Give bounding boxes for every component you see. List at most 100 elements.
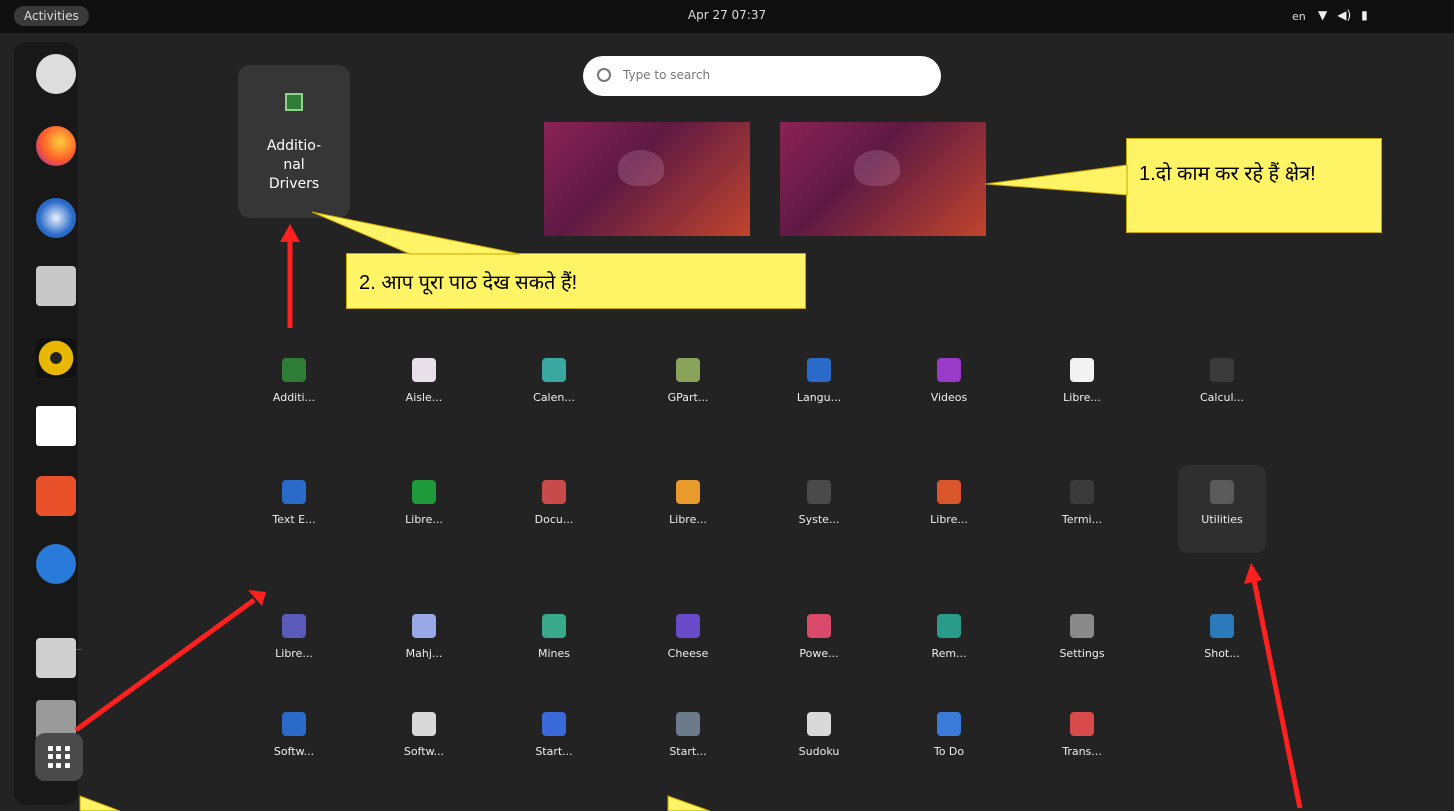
app-label: Start... [669, 745, 707, 758]
app-icon [282, 480, 306, 504]
app-label: Aisle... [405, 391, 443, 404]
app-icon [412, 480, 436, 504]
app-icon [937, 712, 961, 736]
app-tile[interactable]: Libre... [1034, 358, 1130, 404]
app-icon [542, 614, 566, 638]
app-label: Docu... [534, 513, 574, 526]
app-label: Powe... [799, 647, 839, 660]
app-label: Utilities [1201, 513, 1243, 526]
app-label: Calcul... [1199, 391, 1245, 404]
app-tile[interactable]: Rem... [901, 614, 997, 660]
app-icon [1070, 614, 1094, 638]
app-label: Libre... [1063, 391, 1101, 404]
app-icon [1070, 358, 1094, 382]
app-tile[interactable]: Termi... [1034, 480, 1130, 526]
app-icon [412, 712, 436, 736]
arrow-diagonal [74, 597, 256, 733]
app-tile[interactable]: Calcul... [1174, 358, 1270, 404]
app-icon [937, 614, 961, 638]
app-tile[interactable]: Cheese [640, 614, 736, 660]
app-tile[interactable]: Langu... [771, 358, 867, 404]
app-icon [282, 712, 306, 736]
callout-pointer-fulltext [311, 211, 521, 255]
app-tile[interactable]: Libre... [901, 480, 997, 526]
app-tile[interactable]: Powe... [771, 614, 867, 660]
app-tile[interactable]: Aisle... [376, 358, 472, 404]
callout-pointer-bottom-left [79, 795, 121, 811]
app-label: Rem... [931, 647, 967, 660]
app-icon [542, 712, 566, 736]
app-tile[interactable]: Sudoku [771, 712, 867, 758]
app-tile[interactable]: Docu... [506, 480, 602, 526]
app-tile[interactable]: Trans... [1034, 712, 1130, 758]
app-label: Softw... [273, 745, 315, 758]
app-icon [1210, 614, 1234, 638]
app-tile[interactable]: To Do [901, 712, 997, 758]
app-tile[interactable]: Mahj... [376, 614, 472, 660]
app-label: Libre... [930, 513, 968, 526]
app-icon [807, 358, 831, 382]
app-tile[interactable]: Shot... [1174, 614, 1270, 660]
app-tile[interactable]: Start... [640, 712, 736, 758]
app-icon [807, 712, 831, 736]
app-tile[interactable]: Calen... [506, 358, 602, 404]
app-label: GPart... [667, 391, 709, 404]
app-label: Settings [1059, 647, 1105, 660]
app-tile[interactable]: Mines [506, 614, 602, 660]
app-label: Mahj... [405, 647, 443, 660]
app-icon [937, 480, 961, 504]
app-icon [676, 712, 700, 736]
app-label: Videos [930, 391, 968, 404]
app-tile[interactable]: Softw... [246, 712, 342, 758]
annotation-overlay [74, 164, 1303, 811]
app-label: Calen... [533, 391, 575, 404]
app-label: Text E... [272, 513, 316, 526]
app-icon [676, 358, 700, 382]
app-icon [412, 614, 436, 638]
arrow-utilities-head [1244, 563, 1262, 584]
app-icon [937, 358, 961, 382]
app-icon [1070, 480, 1094, 504]
app-tile[interactable]: Start... [506, 712, 602, 758]
app-icon [676, 614, 700, 638]
app-label: Syste... [798, 513, 840, 526]
app-label: Cheese [667, 647, 709, 660]
app-label: Termi... [1061, 513, 1103, 526]
app-tile[interactable]: Libre... [246, 614, 342, 660]
app-label: Trans... [1062, 745, 1102, 758]
callout-pointer-bottom-center [667, 795, 711, 811]
app-icon [807, 614, 831, 638]
app-label: Sudoku [798, 745, 840, 758]
app-icon [1210, 358, 1234, 382]
app-icon [412, 358, 436, 382]
app-label: Softw... [403, 745, 445, 758]
app-icon [807, 480, 831, 504]
app-icon [282, 358, 306, 382]
app-tile[interactable]: Settings [1034, 614, 1130, 660]
app-tile[interactable]: Syste... [771, 480, 867, 526]
app-label: Libre... [405, 513, 443, 526]
app-icon [676, 480, 700, 504]
app-tile[interactable]: Softw... [376, 712, 472, 758]
app-icon [1210, 480, 1234, 504]
app-label: To Do [933, 745, 965, 758]
app-icon [542, 480, 566, 504]
app-label: Langu... [796, 391, 842, 404]
callout-pointer-workspaces [984, 164, 1128, 196]
app-label: Start... [535, 745, 573, 758]
app-label: Additi... [272, 391, 316, 404]
app-icon [1070, 712, 1094, 736]
app-label: Shot... [1204, 647, 1240, 660]
app-tile[interactable]: Utilities [1174, 480, 1270, 526]
app-tile[interactable]: Libre... [376, 480, 472, 526]
app-label: Libre... [275, 647, 313, 660]
app-label: Libre... [669, 513, 707, 526]
arrow-up-head [280, 224, 300, 242]
app-label: Mines [537, 647, 571, 660]
app-tile[interactable]: Videos [901, 358, 997, 404]
app-tile[interactable]: Additi... [246, 358, 342, 404]
app-tile[interactable]: Text E... [246, 480, 342, 526]
app-icon [282, 614, 306, 638]
app-tile[interactable]: Libre... [640, 480, 736, 526]
app-tile[interactable]: GPart... [640, 358, 736, 404]
